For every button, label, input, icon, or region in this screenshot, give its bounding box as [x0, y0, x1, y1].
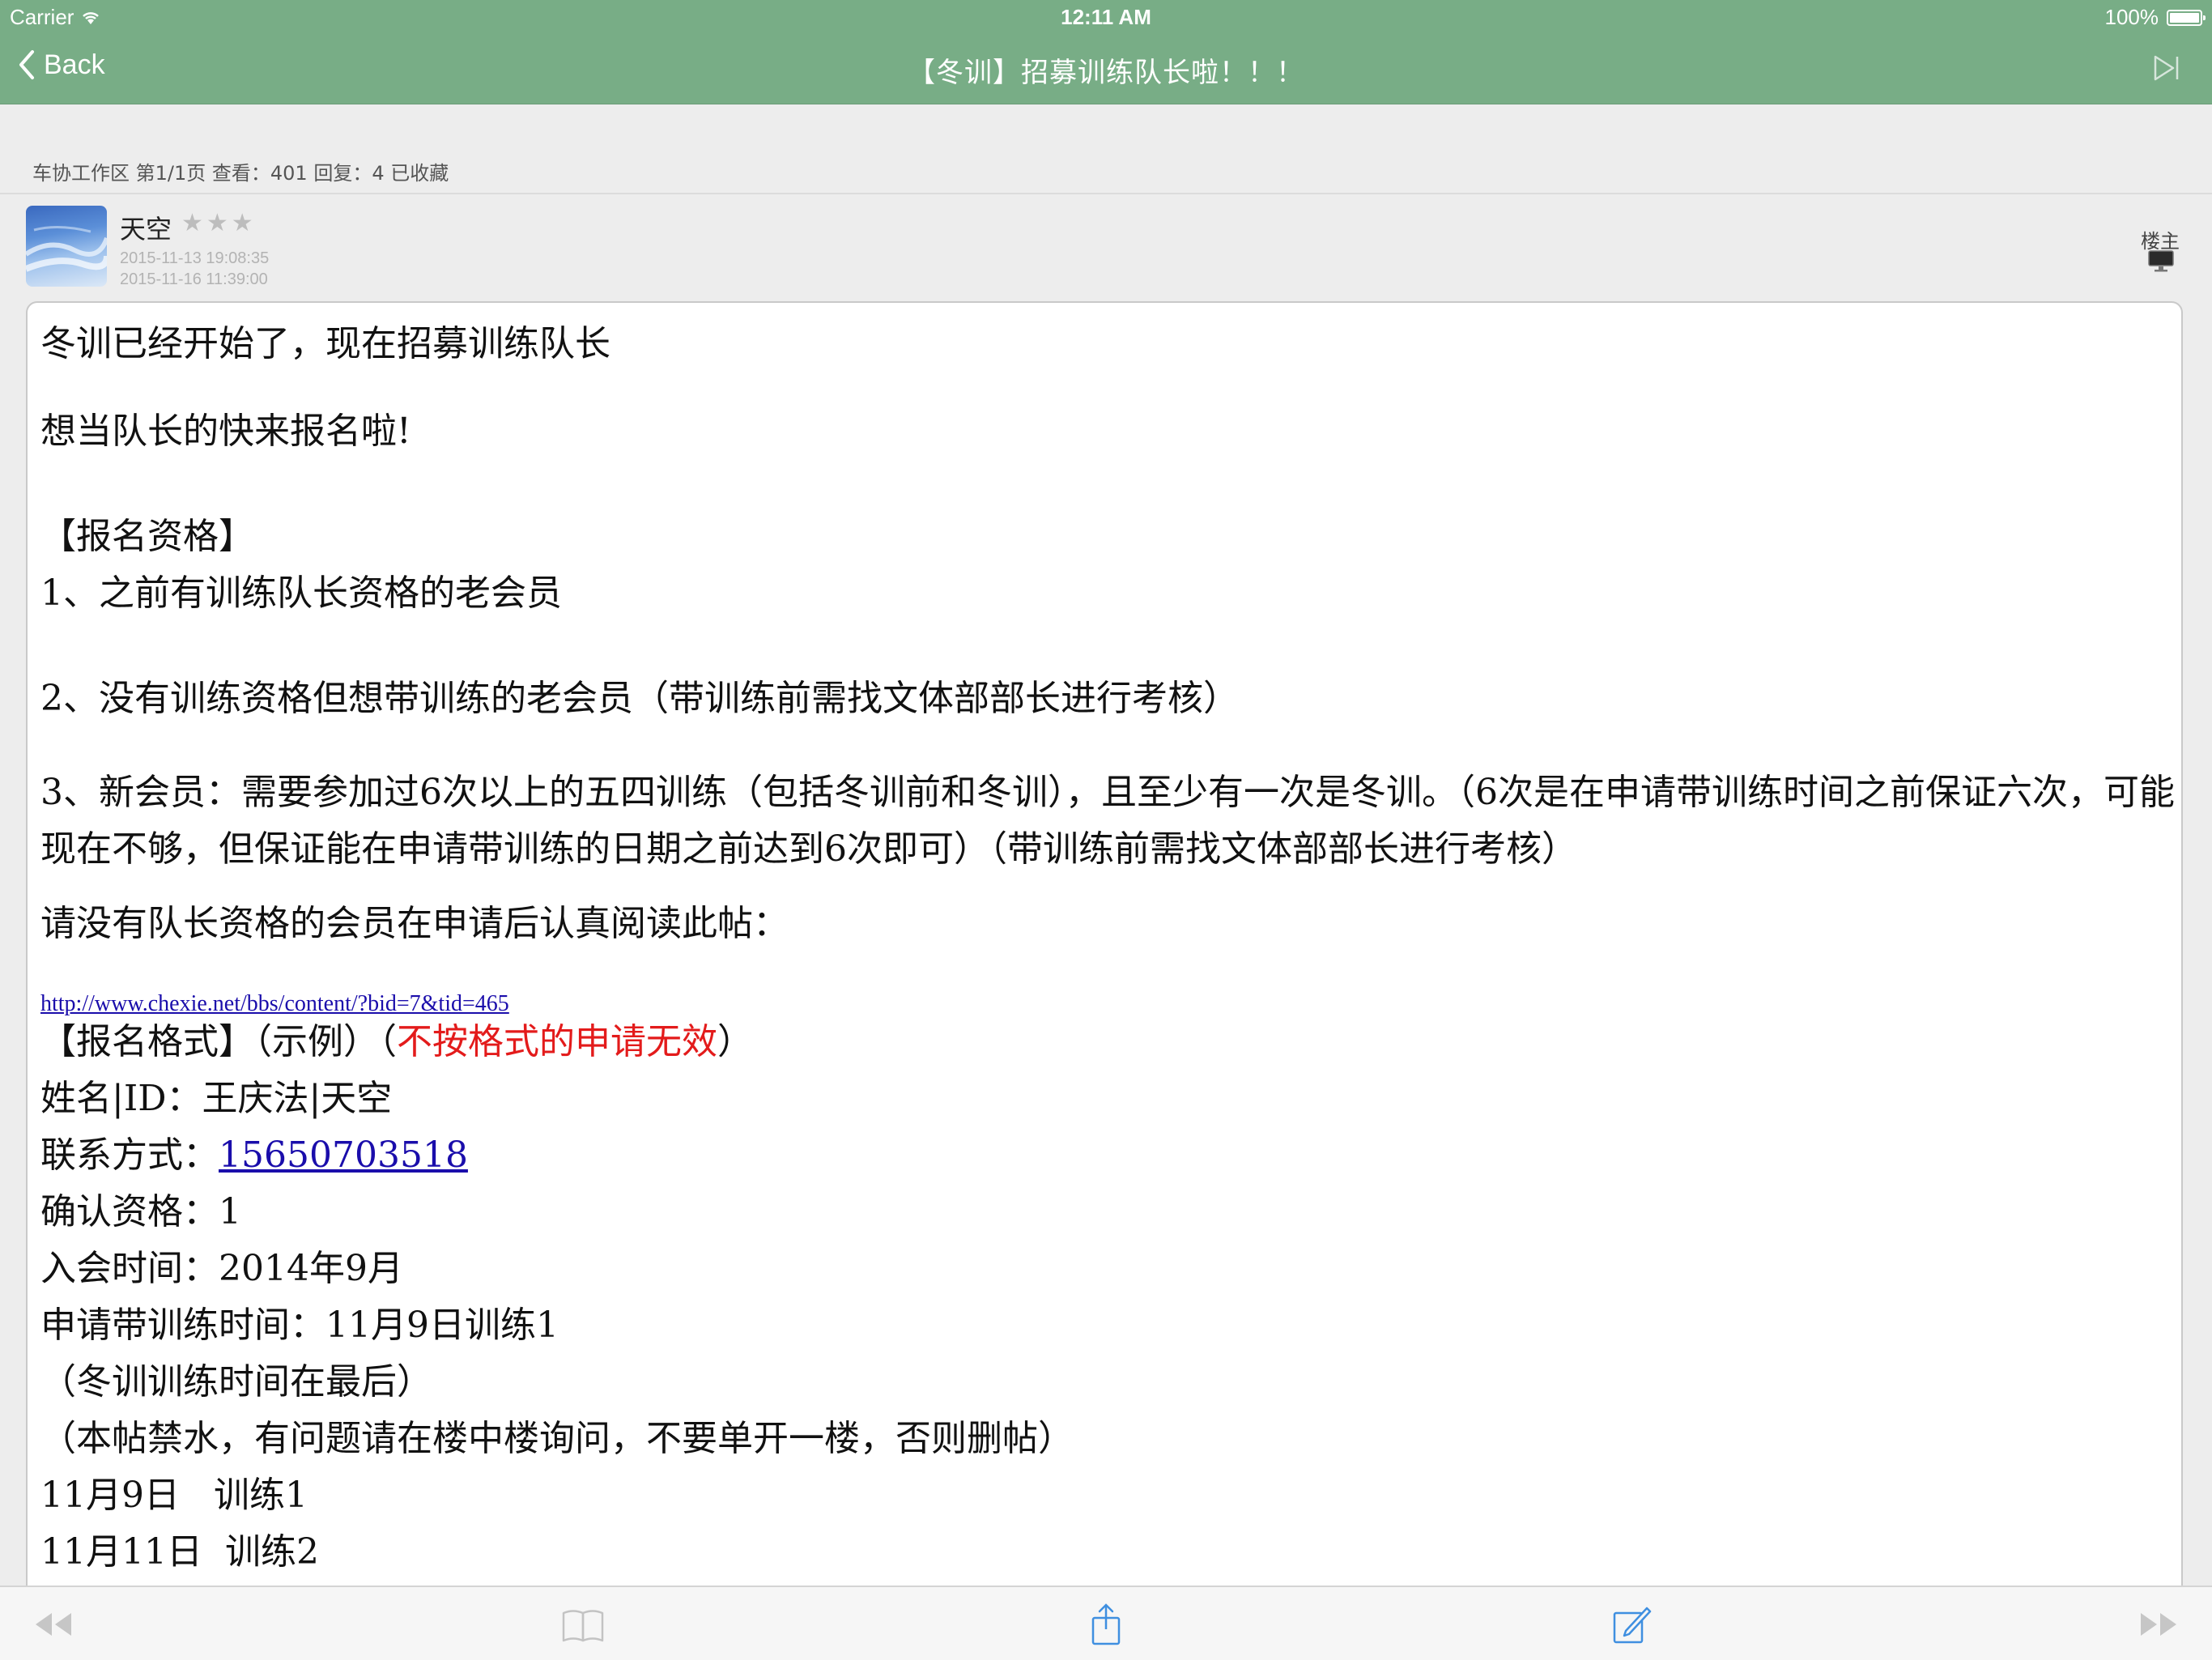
format-example-line: 入会时间：2014年9月 [40, 1248, 403, 1289]
training-session: 11月11日 训练2 [40, 1531, 319, 1573]
qualification-heading: 【报名资格】 [40, 516, 254, 557]
battery-indicator: 100% [2104, 5, 2206, 30]
format-heading-text: 【报名格式】（示例）（ [40, 1021, 397, 1062]
phone-link[interactable]: 15650703518 [219, 1134, 468, 1176]
author-name[interactable]: 天空 [120, 209, 172, 246]
edit-date: 2015-11-16 11:39:00 [120, 270, 268, 288]
monitor-icon [2148, 250, 2174, 272]
status-time: 12:11 AM [1061, 5, 1151, 29]
post-line: 想当队长的快来报名啦! [40, 411, 411, 452]
post-note: （本帖禁水，有问题请在楼中楼询问，不要单开一楼，否则删帖） [40, 1418, 1074, 1459]
qualification-item: 2、没有训练资格但想带训练的老会员（带训练前需找文体部部长进行考核） [40, 678, 1239, 719]
back-label: Back [44, 49, 105, 80]
rewind-icon[interactable] [29, 1602, 78, 1647]
format-heading-close: ） [717, 1021, 753, 1062]
battery-icon [2167, 9, 2206, 26]
skip-to-end-icon[interactable] [2150, 52, 2183, 84]
post-line: 冬训已经开始了，现在招募训练队长 [40, 323, 610, 364]
fast-forward-icon[interactable] [2134, 1602, 2183, 1647]
status-bar: Carrier 12:11 AM 100% [0, 0, 2212, 32]
qualification-item: 1、之前有训练队长资格的老会员 [40, 572, 562, 614]
invalid-warning: 不按格式的申请无效 [397, 1021, 717, 1062]
format-example-line: 申请带训练时间：11月9日训练1 [40, 1305, 559, 1346]
thread-info-row: 车协工作区 第1/1页 查看：401 回复：4 已收藏 [0, 104, 2212, 194]
share-icon[interactable] [1082, 1602, 1130, 1647]
avatar[interactable] [26, 206, 107, 287]
compose-icon[interactable] [1606, 1602, 1655, 1647]
back-button[interactable]: Back [16, 49, 105, 81]
format-example-line: 联系方式：15650703518 [40, 1126, 468, 1177]
contact-label: 联系方式： [40, 1134, 219, 1176]
bottom-toolbar [0, 1586, 2212, 1660]
chevron-left-icon [19, 50, 34, 79]
author-rank-stars: ★★★ [181, 209, 257, 237]
book-icon[interactable] [559, 1602, 607, 1647]
post-date: 2015-11-13 19:08:35 [120, 249, 270, 267]
format-heading: 【报名格式】（示例）（不按格式的申请无效） [40, 1012, 753, 1064]
sky-cloud-image [26, 225, 107, 272]
qualification-item: 3、新会员：需要参加过6次以上的五四训练（包括冬训前和冬训），且至少有一次是冬训… [40, 772, 2175, 870]
post-content-card: 冬训已经开始了，现在招募训练队长 想当队长的快来报名啦! 【报名资格】 1、之前… [26, 301, 2183, 1629]
format-example-line: 确认资格：1 [40, 1191, 241, 1232]
thread-info: 车协工作区 第1/1页 查看：401 回复：4 已收藏 [32, 162, 449, 185]
battery-percent: 100% [2104, 5, 2159, 29]
author-row: 天空 ★★★ 2015-11-13 19:08:35 2015-11-16 11… [0, 194, 2212, 292]
format-example-line: 姓名|ID：王庆法|天空 [40, 1078, 393, 1119]
navigation-bar: Back 【冬训】招募训练队长啦！！！ [0, 32, 2212, 104]
post-note: （冬训训练时间在最后） [40, 1361, 432, 1402]
training-session: 11月9日 训练1 [40, 1475, 308, 1516]
page-title: 【冬训】招募训练队长啦！！！ [908, 57, 1304, 89]
read-notice: 请没有队长资格的会员在申请后认真阅读此帖： [40, 903, 789, 944]
